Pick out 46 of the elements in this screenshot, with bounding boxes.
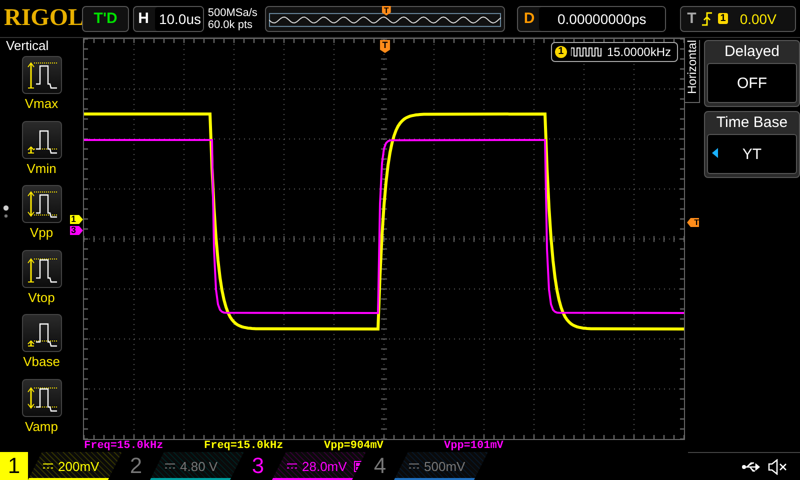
trigger-level-marker[interactable]: T bbox=[687, 218, 699, 227]
counter-value: 15.0000kHz bbox=[606, 45, 671, 59]
trigger-marker: T bbox=[382, 6, 391, 16]
channel-marker[interactable]: 1 bbox=[70, 215, 83, 224]
measure-label: Vbase bbox=[23, 353, 60, 372]
run-status[interactable]: T'D bbox=[82, 6, 130, 32]
sample-rate: 500MSa/s bbox=[208, 6, 258, 18]
trigger-source: 1 bbox=[718, 13, 728, 24]
channel-scale: 200mV bbox=[58, 458, 100, 474]
measure-label: Vmax bbox=[24, 95, 58, 114]
timebase-value: 10.0us bbox=[154, 6, 203, 30]
channel-scale: 4.80 V bbox=[180, 458, 218, 474]
menu-item-title: Time Base bbox=[716, 113, 788, 133]
measure-label: Vamp bbox=[25, 418, 58, 436]
menu-item[interactable]: Time Base YT bbox=[704, 111, 800, 178]
menu-item-value: OFF bbox=[707, 63, 797, 103]
delay-label: D bbox=[524, 10, 535, 27]
delay-box[interactable]: D 0.00000000ps bbox=[516, 6, 666, 32]
delay-value: 0.00000000ps bbox=[538, 6, 666, 30]
measurement-readout: Freq=15.0kHz bbox=[84, 440, 164, 452]
channel-marker[interactable]: 3 bbox=[70, 226, 83, 235]
measurement-readout: Vpp=904mV bbox=[324, 440, 384, 452]
memory-depth: 60.0k pts bbox=[208, 18, 254, 30]
trigger-box[interactable]: T 1 0.00V bbox=[680, 6, 796, 32]
counter-channel: 1 bbox=[554, 46, 567, 58]
menu-item-title: Delayed bbox=[724, 42, 780, 62]
trigger-level: 0.00V bbox=[740, 10, 776, 26]
horizontal-label: H bbox=[138, 10, 149, 27]
trigger-position-marker[interactable]: T bbox=[380, 40, 390, 53]
channel-number: 4 bbox=[372, 452, 388, 480]
channel-number: 2 bbox=[128, 452, 144, 480]
measurement-readout: Freq=15.0kHz bbox=[204, 440, 284, 452]
channel-number: 1 bbox=[0, 452, 28, 480]
menu-title: Horizontal bbox=[685, 40, 700, 103]
measurement-readout: Vpp=101mV bbox=[444, 440, 504, 452]
measure-label: Vtop bbox=[28, 288, 55, 307]
menu-item-value: YT bbox=[707, 134, 797, 174]
menu-item[interactable]: Delayed OFF bbox=[704, 40, 800, 107]
channel-scale: 28.0mV bbox=[302, 458, 347, 474]
channel-number: 3 bbox=[250, 452, 266, 480]
measure-label: Vmin bbox=[26, 160, 56, 178]
menu-title: Vertical bbox=[5, 38, 49, 53]
timebase-box[interactable]: H 10.0us bbox=[133, 6, 204, 32]
channel-scale: 500mV bbox=[424, 458, 466, 474]
measure-label: Vpp bbox=[30, 224, 54, 242]
trigger-label: T bbox=[687, 10, 696, 27]
